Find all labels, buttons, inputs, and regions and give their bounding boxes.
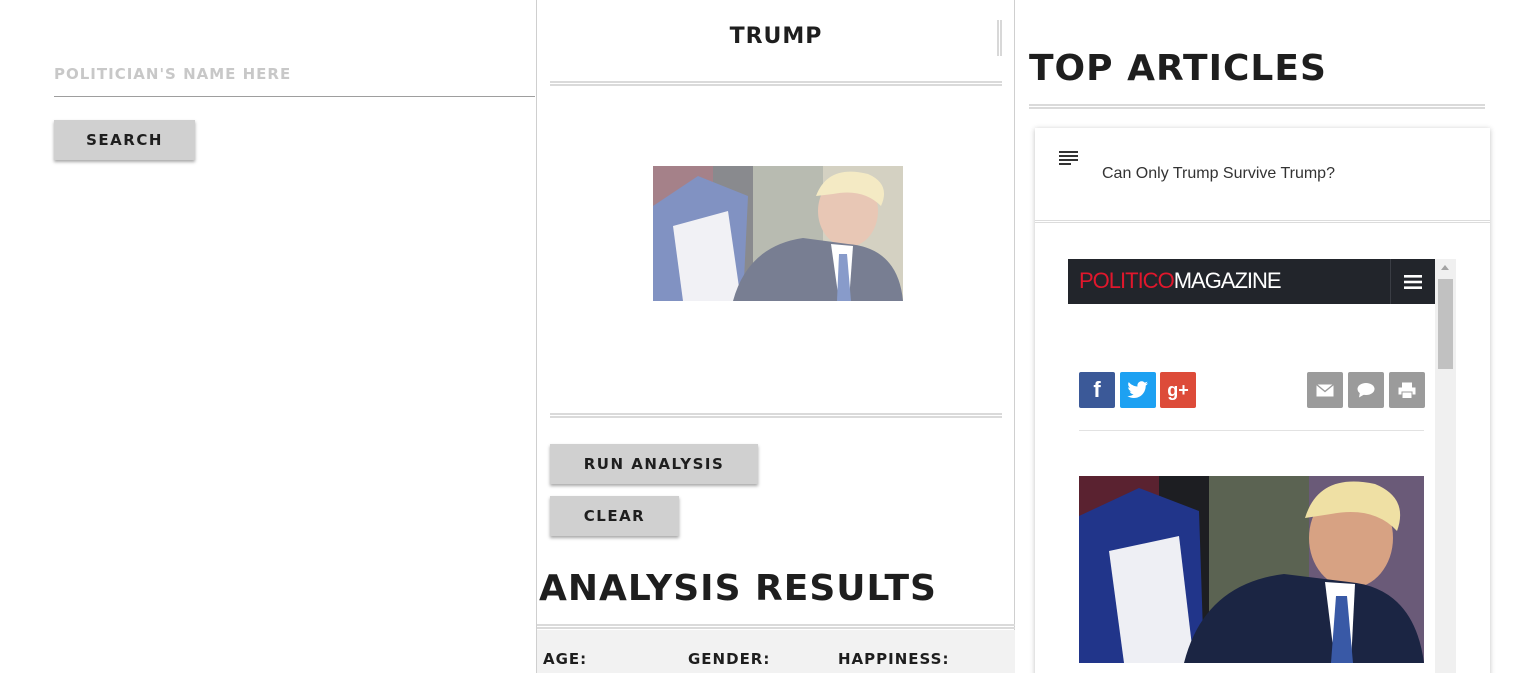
divider xyxy=(537,624,1015,629)
article-preview-frame[interactable]: POLITICOMAGAZINE f g+ xyxy=(1068,259,1456,673)
top-articles-heading: Top Articles xyxy=(1029,48,1327,89)
twitter-icon[interactable] xyxy=(1120,372,1156,408)
article-photo xyxy=(1079,476,1424,663)
scroll-up-arrow-icon[interactable] xyxy=(1441,265,1449,270)
search-button[interactable]: Search xyxy=(54,120,195,160)
divider xyxy=(550,81,1002,86)
results-table: Age: Gender: Happiness: xyxy=(537,630,1015,673)
politician-name-heading: Trump xyxy=(729,24,823,49)
scrollbar-thumb[interactable] xyxy=(1438,279,1453,369)
search-panel: Search xyxy=(0,0,536,673)
run-analysis-button[interactable]: Run Analysis xyxy=(550,444,758,484)
gender-label: Gender: xyxy=(688,650,771,668)
divider xyxy=(550,413,1002,418)
hamburger-menu-icon[interactable] xyxy=(1390,259,1435,304)
politician-photo xyxy=(653,166,903,301)
happiness-label: Happiness: xyxy=(838,650,950,668)
politician-search-input[interactable] xyxy=(54,52,535,97)
age-label: Age: xyxy=(543,650,588,668)
notes-icon xyxy=(1059,151,1078,165)
divider xyxy=(1029,104,1485,109)
article-card: Can Only Trump Survive Trump? POLITICOMA… xyxy=(1035,128,1490,673)
article-title-link[interactable]: Can Only Trump Survive Trump? xyxy=(1102,165,1335,183)
comment-icon[interactable] xyxy=(1348,372,1384,408)
politico-header-bar: POLITICOMAGAZINE xyxy=(1068,259,1435,304)
heading-scroll-indicator xyxy=(997,20,1002,56)
mail-icon[interactable] xyxy=(1307,372,1343,408)
analysis-results-heading: Analysis Results xyxy=(539,568,937,609)
clear-button[interactable]: Clear xyxy=(550,496,679,536)
analysis-panel: Trump Run Analysis Clear Analysis Result… xyxy=(536,0,1015,673)
politico-magazine-logo[interactable]: POLITICOMAGAZINE xyxy=(1079,268,1282,294)
share-divider xyxy=(1079,430,1424,431)
print-icon[interactable] xyxy=(1389,372,1425,408)
articles-panel: Top Articles Can Only Trump Survive Trum… xyxy=(1015,0,1531,673)
facebook-icon[interactable]: f xyxy=(1079,372,1115,408)
preview-scrollbar[interactable] xyxy=(1435,259,1456,673)
google-plus-icon[interactable]: g+ xyxy=(1160,372,1196,408)
article-header[interactable]: Can Only Trump Survive Trump? xyxy=(1035,128,1490,223)
